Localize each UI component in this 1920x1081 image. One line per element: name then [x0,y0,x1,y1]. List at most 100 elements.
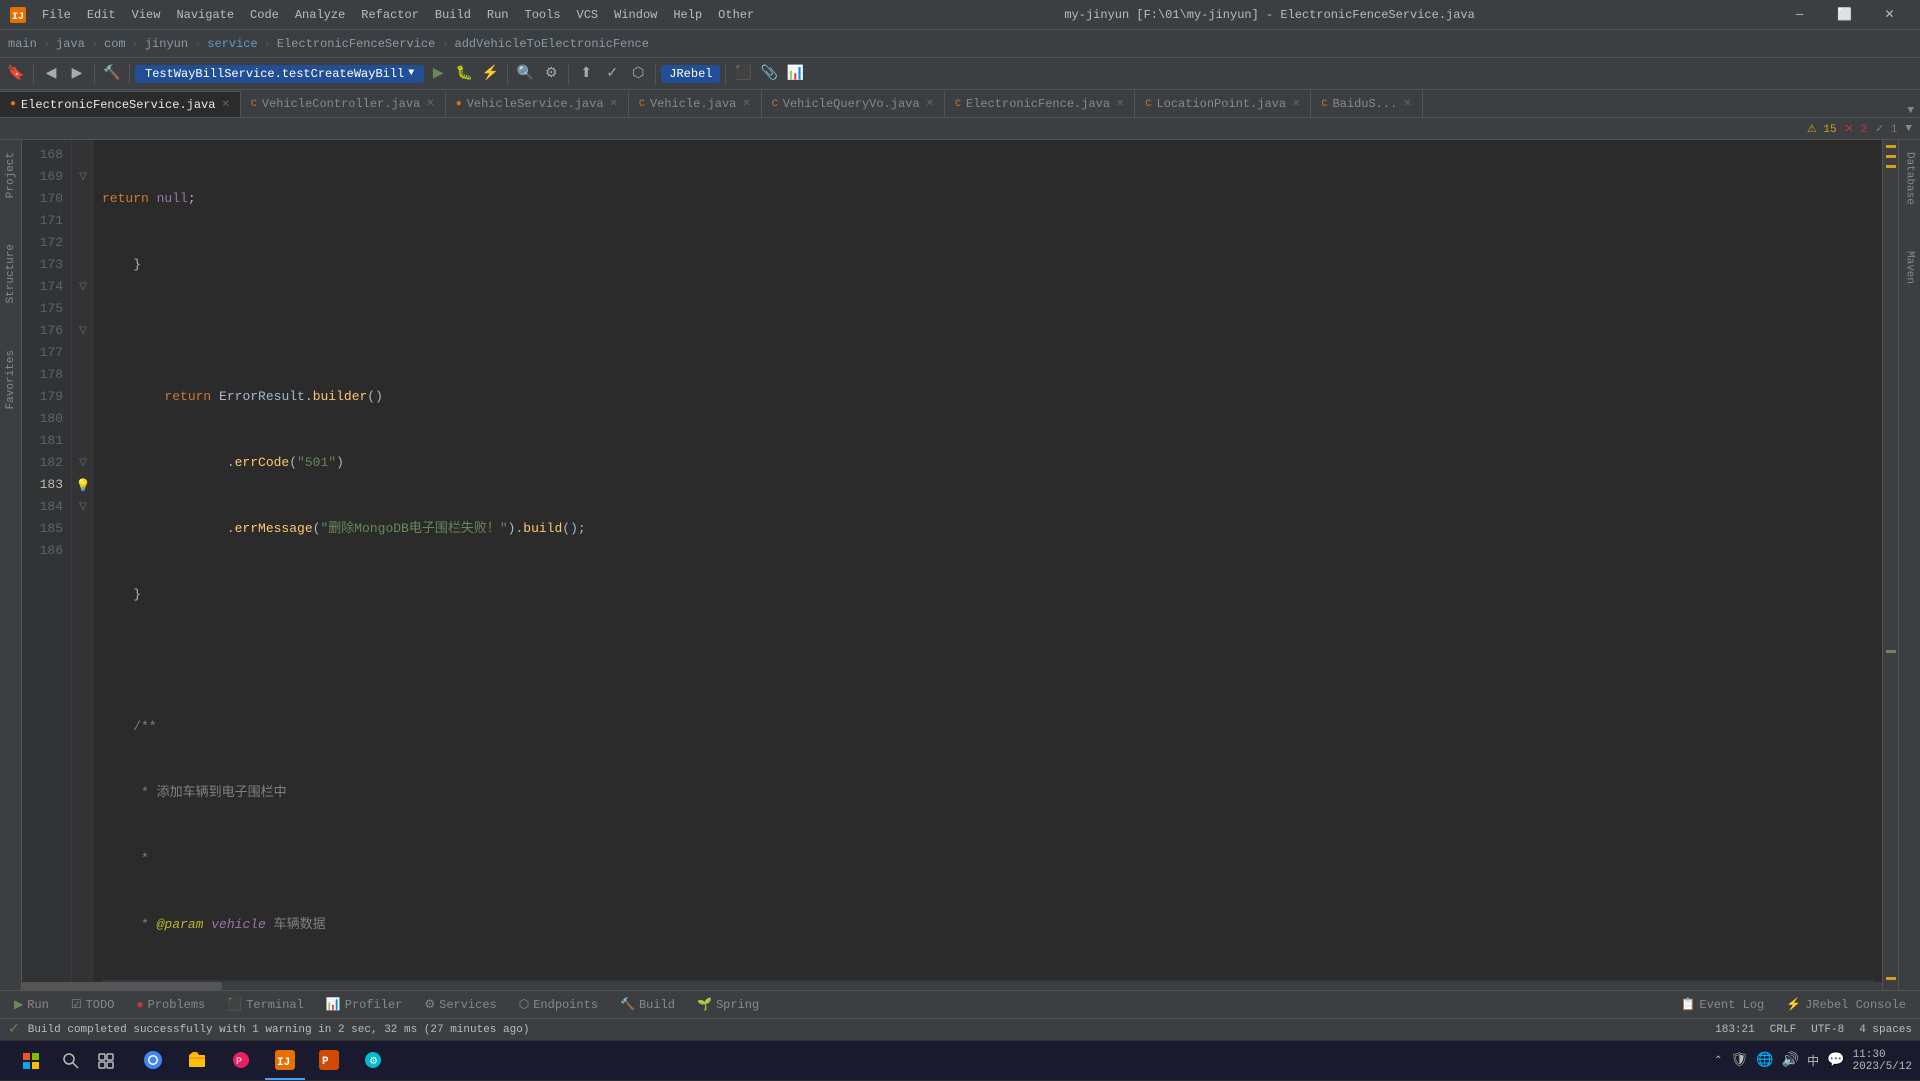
tab-terminal[interactable]: ⬛ Terminal [217,993,314,1016]
hscroll-thumb[interactable] [22,982,222,990]
gutter-182[interactable]: ▽ [72,452,94,474]
tabs-overflow[interactable]: ▼ [1901,105,1920,117]
toolbar-profile[interactable]: 📊 [783,62,807,86]
taskbar-app-paint[interactable]: P [221,1042,261,1080]
tab-baidu[interactable]: C BaiduS... ✕ [1311,91,1422,117]
cursor-position[interactable]: 183:21 [1715,1024,1755,1036]
tab-electronic-fence[interactable]: C ElectronicFence.java ✕ [945,91,1135,117]
menu-code[interactable]: Code [242,6,287,24]
taskbar-app-files[interactable] [177,1042,217,1080]
tab-spring[interactable]: 🌱 Spring [687,993,769,1016]
tab-vehicle-service[interactable]: ● VehicleService.java ✕ [446,91,629,117]
breadcrumb-jinyun[interactable]: jinyun [145,37,188,51]
tab-location-point[interactable]: C LocationPoint.java ✕ [1135,91,1311,117]
right-scrollbar[interactable] [1882,140,1898,990]
taskbar-app-misc[interactable]: ⚙ [353,1042,393,1080]
gutter-169[interactable]: ▽ [72,166,94,188]
windows-start-button[interactable] [8,1041,53,1081]
maven-panel-toggle[interactable]: Maven [1902,243,1918,292]
horizontal-scrollbar[interactable] [22,982,1882,990]
toolbar-git-menu[interactable]: ⬡ [626,62,650,86]
tab-close-6[interactable]: ✕ [1292,98,1300,110]
gutter-184[interactable]: ▽ [72,496,94,518]
taskbar-app-intellij[interactable]: IJ [265,1042,305,1080]
tab-close-3[interactable]: ✕ [742,98,750,110]
toolbar-forward[interactable]: ▶ [65,62,89,86]
breadcrumb-class[interactable]: ElectronicFenceService [277,37,435,51]
breadcrumb-method[interactable]: addVehicleToElectronicFence [455,37,649,51]
tab-endpoints[interactable]: ⬡ Endpoints [509,993,608,1016]
menu-window[interactable]: Window [606,6,665,24]
breadcrumb-service[interactable]: service [207,37,257,51]
run-config-selector[interactable]: TestWayBillService.testCreateWayBill ▼ [135,65,424,83]
toolbar-back[interactable]: ◀ [39,62,63,86]
toolbar-bookmark[interactable]: 🔖 [4,62,28,86]
run-config-dropdown[interactable]: ▼ [408,68,414,79]
menu-run[interactable]: Run [479,6,517,24]
toolbar-settings[interactable]: ⚙ [539,62,563,86]
file-encoding[interactable]: UTF-8 [1811,1024,1844,1036]
menu-view[interactable]: View [124,6,169,24]
menu-build[interactable]: Build [427,6,479,24]
project-panel-toggle[interactable]: Project [3,144,19,206]
tab-build[interactable]: 🔨 Build [610,993,685,1016]
tab-services[interactable]: ⚙ Services [414,993,506,1016]
tab-vehicle-query[interactable]: C VehicleQueryVo.java ✕ [762,91,945,117]
breadcrumb-main[interactable]: main [8,37,37,51]
tab-event-log[interactable]: 📋 Event Log [1670,993,1774,1016]
expand-icon[interactable]: ▼ [1905,123,1912,135]
tab-close-4[interactable]: ✕ [926,98,934,110]
tab-close-1[interactable]: ✕ [426,98,434,110]
run-button[interactable]: ▶ [426,62,450,86]
maximize-button[interactable]: ⬜ [1822,0,1867,30]
tray-chevron[interactable]: ⌃ [1714,1055,1722,1067]
gutter-183[interactable]: 💡 [72,474,94,496]
taskbar-app-powerpoint[interactable]: P [309,1042,349,1080]
menu-analyze[interactable]: Analyze [287,6,353,24]
toolbar-commit[interactable]: ✓ [600,62,624,86]
taskbar-app-chrome[interactable] [133,1042,173,1080]
tab-close-0[interactable]: ✕ [221,99,229,111]
toolbar-stop[interactable]: ⬛ [731,62,755,86]
minimize-button[interactable]: ─ [1777,0,1822,30]
structure-panel-toggle[interactable]: Structure [3,236,19,311]
line-ending[interactable]: CRLF [1770,1024,1796,1036]
toolbar-update-project[interactable]: ⬆ [574,62,598,86]
debug-button[interactable]: 🐛 [452,62,476,86]
toolbar-search[interactable]: 🔍 [513,62,537,86]
tab-close-7[interactable]: ✕ [1403,98,1411,110]
menu-vcs[interactable]: VCS [569,6,607,24]
tab-todo[interactable]: ☑ TODO [61,993,125,1016]
tab-vehicle-controller[interactable]: C VehicleController.java ✕ [241,91,446,117]
gutter-174[interactable]: ▽ [72,276,94,298]
menu-refactor[interactable]: Refactor [353,6,427,24]
menu-edit[interactable]: Edit [79,6,124,24]
task-view-button[interactable] [88,1042,123,1080]
tab-close-5[interactable]: ✕ [1116,98,1124,110]
menu-tools[interactable]: Tools [517,6,569,24]
code-content[interactable]: return null; } return ErrorResult.builde… [94,140,1882,982]
database-panel-toggle[interactable]: Database [1902,144,1918,213]
indent-style[interactable]: 4 spaces [1859,1024,1912,1036]
tab-electronic-fence-service[interactable]: ● ElectronicFenceService.java ✕ [0,91,241,117]
breadcrumb-java[interactable]: java [56,37,85,51]
run-coverage-button[interactable]: ⚡ [478,62,502,86]
tab-problems[interactable]: ● Problems [126,994,215,1016]
tab-vehicle[interactable]: C Vehicle.java ✕ [629,91,762,117]
tab-close-2[interactable]: ✕ [610,98,618,110]
menu-navigate[interactable]: Navigate [168,6,242,24]
favorites-panel-toggle[interactable]: Favorites [3,342,19,417]
tab-profiler[interactable]: 📊 Profiler [316,993,413,1016]
toolbar-build[interactable]: 🔨 [100,62,124,86]
gutter-176[interactable]: ▽ [72,320,94,342]
menu-help[interactable]: Help [665,6,710,24]
breadcrumb-com[interactable]: com [104,37,126,51]
close-button[interactable]: ✕ [1867,0,1912,30]
jrebel-button[interactable]: JRebel [661,65,720,83]
search-button[interactable] [53,1042,88,1080]
menu-other[interactable]: Other [710,6,762,24]
menu-file[interactable]: File [34,6,79,24]
tab-run[interactable]: ▶ Run [4,993,59,1016]
tab-jrebel-console[interactable]: ⚡ JRebel Console [1776,993,1916,1016]
toolbar-attach[interactable]: 📎 [757,62,781,86]
